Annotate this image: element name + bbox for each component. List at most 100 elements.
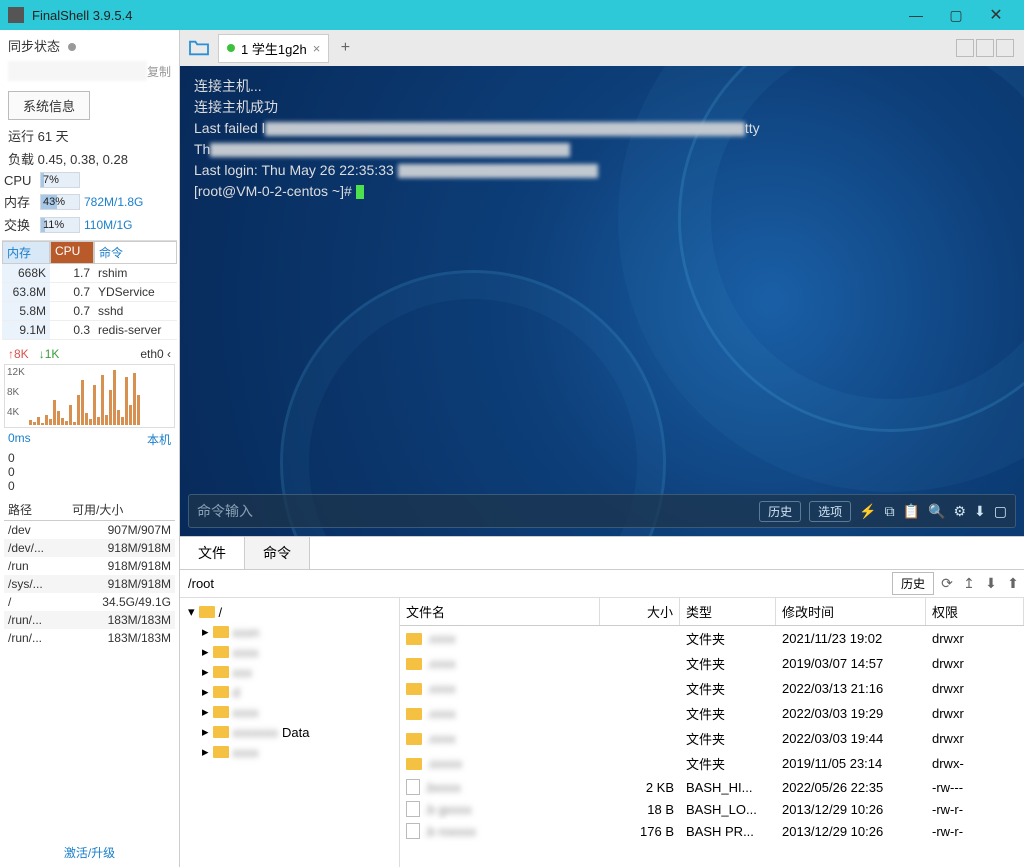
col-name[interactable]: 文件名 xyxy=(400,598,600,625)
session-tab[interactable]: 1 学生1g2h × xyxy=(218,34,329,63)
folder-icon xyxy=(213,626,229,638)
file-row[interactable]: .sxxxx文件夹2019/11/05 23:14drwx- xyxy=(400,751,1024,776)
disk-row[interactable]: /dev/...918M/918M xyxy=(4,539,175,557)
open-folder-button[interactable] xyxy=(184,34,214,62)
refresh-icon[interactable]: ⟳ xyxy=(936,575,958,592)
disk-row[interactable]: /run918M/918M xyxy=(4,557,175,575)
sync-status: 同步状态 xyxy=(0,30,179,61)
process-row[interactable]: 9.1M0.3redis-server xyxy=(2,321,177,340)
pathbar: 历史 ⟳ ↥ ⬇ ⬆ xyxy=(180,570,1024,598)
download2-icon[interactable]: ⬇ xyxy=(980,575,1002,592)
net-iface[interactable]: eth0 ‹ xyxy=(140,347,171,361)
file-row[interactable]: .b roxxxx176 BBASH PR...2013/12/29 10:26… xyxy=(400,820,1024,842)
sync-dot-icon xyxy=(68,43,76,51)
disk-row[interactable]: /run/...183M/183M xyxy=(4,611,175,629)
tab-files[interactable]: 文件 xyxy=(180,537,245,569)
tab-close-icon[interactable]: × xyxy=(313,41,321,56)
single-view-icon[interactable] xyxy=(996,39,1014,57)
folder-tree[interactable]: ▾/ ▸xxxn ▸xxxx ▸xxx ▸d ▸xxxx ▸xxxxxxxDat… xyxy=(180,598,400,867)
bottom-panel: 文件 命令 历史 ⟳ ↥ ⬇ ⬆ ▾/ ▸xxxn ▸xxxx ▸xxx ▸d … xyxy=(180,536,1024,867)
col-type[interactable]: 类型 xyxy=(680,598,776,625)
paste-icon[interactable]: 📋 xyxy=(903,503,920,520)
search-icon[interactable]: 🔍 xyxy=(928,503,945,520)
bolt-icon[interactable]: ⚡ xyxy=(859,503,876,520)
file-row[interactable]: .b gxxxx18 BBASH_LO...2013/12/29 10:26-r… xyxy=(400,798,1024,820)
disk-table: 路径 可用/大小 /dev907M/907M/dev/...918M/918M/… xyxy=(4,499,175,647)
terminal[interactable]: 连接主机... 连接主机成功 Last failed ltty Th Last … xyxy=(180,66,1024,536)
maximize-button[interactable]: ▢ xyxy=(936,2,976,28)
file-row[interactable]: .xxxx文件夹2022/03/13 21:16drwxr xyxy=(400,676,1024,701)
file-row[interactable]: .bxxxx2 KBBASH_HI...2022/05/26 22:35-rw-… xyxy=(400,776,1024,798)
tree-item: ▸xxxn xyxy=(184,622,395,642)
folder-icon xyxy=(406,708,422,720)
disk-row[interactable]: /34.5G/49.1G xyxy=(4,593,175,611)
status-dot-icon xyxy=(227,44,235,52)
tree-item: ▸xxxxxxxData xyxy=(184,722,395,742)
command-bar: 命令输入 历史 选项 ⚡ ⧉ 📋 🔍 ⚙ ⬇ ▢ xyxy=(188,494,1016,528)
sysinfo-button[interactable]: 系统信息 xyxy=(8,91,90,120)
tree-item: ▸xxxx xyxy=(184,642,395,662)
upload-icon[interactable]: ⬆ xyxy=(1002,575,1024,592)
minimize-button[interactable]: — xyxy=(896,2,936,28)
file-icon xyxy=(406,823,420,839)
grid-view-icon-2[interactable] xyxy=(976,39,994,57)
titlebar: FinalShell 3.9.5.4 — ▢ ✕ xyxy=(0,0,1024,30)
close-button[interactable]: ✕ xyxy=(976,2,1016,28)
command-input[interactable]: 命令输入 xyxy=(197,501,751,521)
tree-item: ▸xxx xyxy=(184,662,395,682)
folder-icon xyxy=(213,666,229,678)
process-row[interactable]: 5.8M0.7sshd xyxy=(2,302,177,321)
col-size[interactable]: 大小 xyxy=(600,598,680,625)
col-perm[interactable]: 权限 xyxy=(926,598,1024,625)
tree-item: ▾/ xyxy=(184,602,395,622)
tabbar: 1 学生1g2h × + xyxy=(180,30,1024,66)
folder-icon xyxy=(406,633,422,645)
disk-row[interactable]: /dev907M/907M xyxy=(4,521,175,539)
grid-view-icon[interactable] xyxy=(956,39,974,57)
copy-icon[interactable]: ⧉ xyxy=(885,503,895,520)
up-icon[interactable]: ↥ xyxy=(958,575,980,592)
mem-row: 内存 43% 782M/1.8G xyxy=(0,190,179,213)
folder-icon xyxy=(213,726,229,738)
file-row[interactable]: .xxxx文件夹2021/11/23 19:02drwxr xyxy=(400,626,1024,651)
activate-link[interactable]: 激活/升级 xyxy=(0,838,179,867)
folder-icon xyxy=(406,683,422,695)
file-row[interactable]: .xxxx文件夹2019/03/07 14:57drwxr xyxy=(400,651,1024,676)
tab-label: 1 学生1g2h xyxy=(241,39,307,58)
folder-icon xyxy=(213,746,229,758)
disk-row[interactable]: /sys/...918M/918M xyxy=(4,575,175,593)
folder-icon xyxy=(406,658,422,670)
file-list: 文件名 大小 类型 修改时间 权限 .xxxx文件夹2021/11/23 19:… xyxy=(400,598,1024,867)
network-chart: 12K 8K 4K xyxy=(4,364,175,428)
folder-icon xyxy=(199,606,215,618)
tree-item: ▸d xyxy=(184,682,395,702)
net-down: ↓1K xyxy=(39,347,60,361)
folder-icon xyxy=(213,706,229,718)
sync-label: 同步状态 xyxy=(8,39,60,54)
ping-row: 0ms 本机 xyxy=(0,428,179,451)
folder-icon xyxy=(406,733,422,745)
folder-icon xyxy=(213,686,229,698)
history-button[interactable]: 历史 xyxy=(759,501,801,522)
col-date[interactable]: 修改时间 xyxy=(776,598,926,625)
new-tab-button[interactable]: + xyxy=(333,39,357,57)
network-row: ↑8K ↓1K eth0 ‹ xyxy=(0,344,179,364)
download-icon[interactable]: ⬇ xyxy=(974,503,986,520)
tree-item: ▸xxxx xyxy=(184,742,395,762)
ip-blurred xyxy=(8,61,147,81)
copy-link[interactable]: 复制 xyxy=(147,63,171,80)
fullscreen-icon[interactable]: ▢ xyxy=(994,503,1007,520)
tree-item: ▸xxxx xyxy=(184,702,395,722)
gear-icon[interactable]: ⚙ xyxy=(953,503,966,520)
options-button[interactable]: 选项 xyxy=(809,501,851,522)
disk-row[interactable]: /run/...183M/183M xyxy=(4,629,175,647)
path-input[interactable] xyxy=(180,572,890,595)
load: 负载 0.45, 0.38, 0.28 xyxy=(0,147,179,170)
tab-commands[interactable]: 命令 xyxy=(245,537,310,569)
path-history-button[interactable]: 历史 xyxy=(892,572,934,595)
process-row[interactable]: 668K1.7rshim xyxy=(2,264,177,283)
file-row[interactable]: .xxxx文件夹2022/03/03 19:29drwxr xyxy=(400,701,1024,726)
process-row[interactable]: 63.8M0.7YDService xyxy=(2,283,177,302)
file-row[interactable]: .xxxx文件夹2022/03/03 19:44drwxr xyxy=(400,726,1024,751)
cursor-icon xyxy=(356,185,364,199)
